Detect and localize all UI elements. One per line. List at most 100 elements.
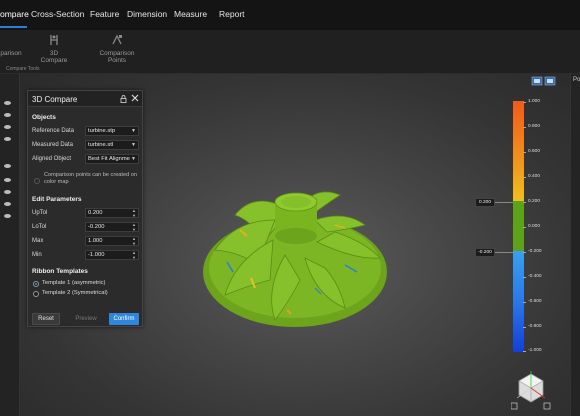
upper-tolerance-box[interactable]: 0.200	[475, 198, 495, 207]
visibility-eye-icon[interactable]	[4, 164, 11, 168]
uptol-label: UpTol	[32, 210, 48, 216]
visibility-eye-icon[interactable]	[4, 137, 11, 141]
uptol-input[interactable]: 0.200 ▲ ▼	[85, 208, 139, 218]
menu-report[interactable]: Report	[219, 9, 245, 19]
comparison-button[interactable]: parison	[0, 33, 26, 57]
left-tool-strip	[0, 74, 20, 416]
scale-tick-label: 0.400	[528, 174, 541, 179]
menu-compare[interactable]: ompare	[0, 9, 29, 19]
spinner-arrows-icon[interactable]: ▲ ▼	[132, 223, 136, 231]
template1-radio[interactable]	[33, 281, 39, 287]
visibility-eye-icon[interactable]	[4, 202, 11, 206]
scale-tick-label: 0.200	[528, 199, 541, 204]
close-icon[interactable]	[131, 94, 139, 102]
edit-parameters-header: Edit Parameters	[32, 196, 82, 203]
scale-tick-label: -0.600	[528, 299, 542, 304]
comparison-points-button[interactable]: Comparison Points	[90, 33, 144, 64]
max-label: Max	[32, 238, 44, 244]
scale-tick-label: 1.000	[528, 99, 541, 104]
menu-dimension[interactable]: Dimension	[127, 9, 167, 19]
comparison-points-note: Comparison points can be created on colo…	[44, 172, 137, 185]
scale-tick-label: -0.800	[528, 324, 542, 329]
scale-tickmark	[523, 277, 526, 278]
chevron-down-icon: ▼	[131, 128, 136, 134]
visibility-eye-icon[interactable]	[4, 190, 11, 194]
scale-tickmark	[523, 252, 526, 253]
lotol-label: LoTol	[32, 224, 47, 230]
3d-compare-button[interactable]: 3D Compare	[36, 33, 72, 64]
max-input[interactable]: 1.000 ▲ ▼	[85, 236, 139, 246]
visibility-eye-icon[interactable]	[4, 214, 11, 218]
upper-tolerance-line	[495, 202, 513, 203]
comparison-points-checkbox[interactable]	[34, 178, 40, 184]
min-value: -1.000	[88, 252, 105, 258]
measured-data-label: Measured Data	[32, 142, 74, 148]
ribbon: parison 3D Compare Comparison Points Com…	[0, 30, 580, 74]
comparison-icon	[4, 33, 18, 47]
scale-tickmark	[523, 327, 526, 328]
lock-icon[interactable]	[120, 95, 127, 103]
reference-data-label: Reference Data	[32, 128, 75, 134]
template2-label[interactable]: Template 2 (Symmetrical)	[42, 290, 108, 296]
aligned-object-value: Best Fit Alignme	[88, 156, 130, 162]
reset-button[interactable]: Reset	[32, 313, 60, 325]
comparison-points-icon	[112, 34, 122, 45]
objects-header: Objects	[32, 114, 56, 121]
confirm-button[interactable]: Confirm	[109, 313, 139, 325]
visibility-eye-icon[interactable]	[4, 125, 11, 129]
chevron-down-icon: ▼	[131, 142, 136, 148]
visibility-eye-icon[interactable]	[4, 113, 11, 117]
visibility-eye-icon[interactable]	[4, 178, 11, 182]
scale-tickmark	[523, 152, 526, 153]
menu-cross-section[interactable]: Cross-Section	[31, 9, 84, 19]
3d-compare-dialog: 3D Compare Objects Reference Data turbin…	[27, 90, 143, 327]
dialog-titlebar: 3D Compare	[28, 91, 142, 107]
scale-tickmark	[523, 227, 526, 228]
menu-measure[interactable]: Measure	[174, 9, 207, 19]
right-panel-strip: Po	[570, 74, 580, 416]
menu-bar: ompare Cross-Section Feature Dimension M…	[0, 0, 580, 30]
ribbon-group-label: Compare Tools	[6, 66, 40, 72]
reference-data-select[interactable]: turbine.stp ▼	[85, 126, 139, 136]
scale-tick-label: -0.200	[528, 249, 542, 254]
turbine-impeller-model[interactable]	[195, 180, 395, 340]
comparison-button-label: parison	[0, 50, 22, 57]
lower-tolerance-box[interactable]: -0.200	[475, 248, 495, 257]
scale-tickmark	[523, 202, 526, 203]
visibility-eye-icon[interactable]	[4, 101, 11, 105]
right-panel-tab[interactable]: Po	[573, 77, 580, 83]
spinner-arrows-icon[interactable]: ▲ ▼	[132, 251, 136, 259]
ribbon-templates-header: Ribbon Templates	[32, 268, 88, 275]
scale-tickmark	[523, 102, 526, 103]
scale-tickmark	[523, 127, 526, 128]
aligned-object-select[interactable]: Best Fit Alignme ▼	[85, 154, 139, 164]
measured-data-select[interactable]: turbine.stl ▼	[85, 140, 139, 150]
scale-tickmark	[523, 351, 526, 352]
min-label: Min	[32, 252, 42, 258]
preview-button[interactable]: Preview	[70, 313, 102, 325]
min-input[interactable]: -1.000 ▲ ▼	[85, 250, 139, 260]
scale-tickmark	[523, 302, 526, 303]
scale-tick-label: 0.000	[528, 224, 541, 229]
scale-tick-label: -0.400	[528, 274, 542, 279]
view-cube-icon[interactable]	[511, 368, 551, 412]
3d-compare-label: 3D Compare	[40, 50, 68, 64]
aligned-object-label: Aligned Object	[32, 156, 72, 162]
comparison-points-label: Comparison Points	[99, 50, 135, 64]
spinner-arrows-icon[interactable]: ▲ ▼	[132, 209, 136, 217]
measured-data-value: turbine.stl	[88, 142, 114, 148]
scale-tick-label: 0.800	[528, 124, 541, 129]
chevron-down-icon: ▼	[131, 156, 136, 162]
reference-data-value: turbine.stp	[88, 128, 116, 134]
scale-tickmark	[523, 177, 526, 178]
dialog-title: 3D Compare	[32, 95, 78, 104]
menu-feature[interactable]: Feature	[90, 9, 119, 19]
lower-tolerance-line	[495, 252, 513, 253]
template1-label[interactable]: Template 1 (asymmetric)	[42, 280, 105, 286]
view-mode-icons[interactable]	[531, 76, 557, 86]
uptol-value: 0.200	[88, 210, 103, 216]
active-menu-indicator	[0, 26, 27, 28]
spinner-arrows-icon[interactable]: ▲ ▼	[132, 237, 136, 245]
lotol-input[interactable]: -0.200 ▲ ▼	[85, 222, 139, 232]
template2-radio[interactable]	[33, 291, 39, 297]
